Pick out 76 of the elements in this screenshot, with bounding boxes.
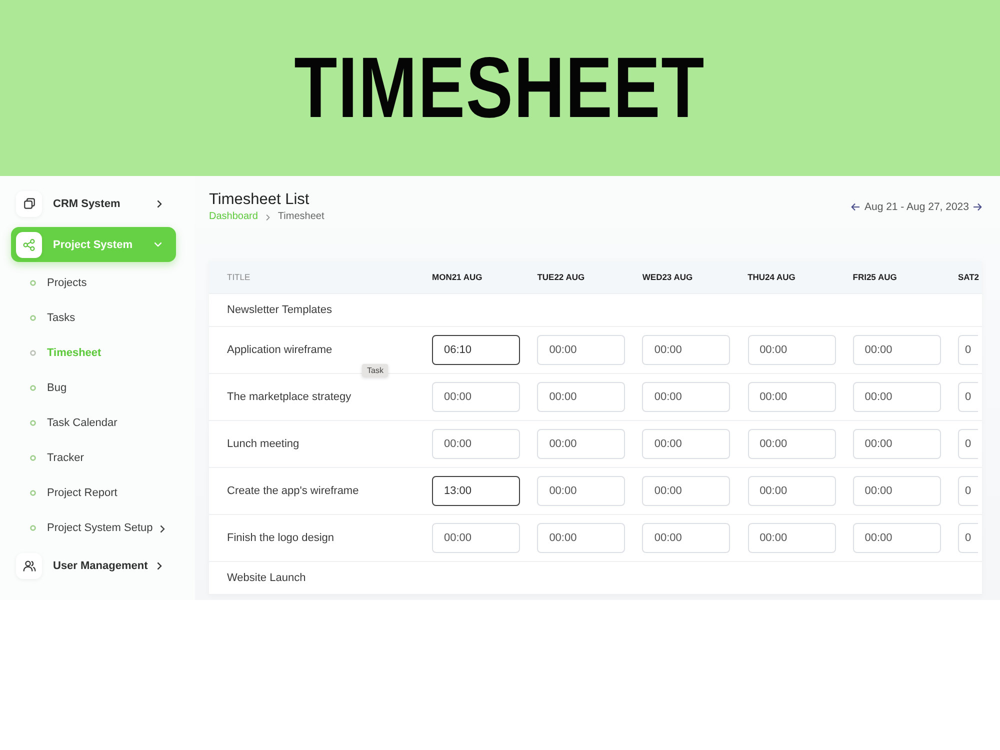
time-input[interactable]: 06:10 bbox=[432, 335, 520, 365]
users-icon bbox=[16, 552, 42, 578]
bullet-dot-icon bbox=[30, 314, 36, 320]
time-input[interactable]: 0 bbox=[958, 476, 978, 506]
chevron-right-icon bbox=[160, 524, 165, 532]
chevron-right-icon bbox=[157, 200, 162, 208]
bullet-dot-icon bbox=[30, 280, 36, 286]
time-input[interactable]: 00:00 bbox=[852, 429, 941, 459]
time-input[interactable]: 00:00 bbox=[642, 523, 730, 553]
arrow-right-icon[interactable] bbox=[973, 202, 982, 210]
sidebar-submenu-item[interactable]: Tasks bbox=[11, 300, 176, 335]
time-input[interactable]: 00:00 bbox=[748, 382, 836, 412]
time-input[interactable]: 00:00 bbox=[642, 476, 730, 506]
column-header: FRI25 AUG bbox=[852, 272, 897, 282]
time-input[interactable]: 00:00 bbox=[748, 335, 836, 365]
sidebar-submenu-item[interactable]: Project Report bbox=[11, 475, 176, 510]
time-input[interactable]: 00:00 bbox=[748, 476, 836, 506]
breadcrumb-current: Timesheet bbox=[278, 211, 324, 223]
task-title: Finish the logo design bbox=[227, 532, 334, 544]
bullet-dot-icon bbox=[30, 524, 36, 530]
time-input[interactable]: 00:00 bbox=[748, 429, 836, 459]
group-title: Website Launch bbox=[227, 572, 306, 584]
tooltip: Task bbox=[362, 364, 388, 377]
time-input[interactable]: 00:00 bbox=[537, 429, 626, 459]
time-input[interactable]: 00:00 bbox=[432, 523, 520, 553]
bullet-dot-icon bbox=[30, 384, 36, 390]
bullet-dot-icon bbox=[30, 490, 36, 496]
time-input[interactable]: 00:00 bbox=[852, 382, 941, 412]
column-header: TUE22 AUG bbox=[537, 272, 585, 282]
time-input[interactable]: 0 bbox=[958, 382, 978, 412]
bullet-dot-icon bbox=[30, 350, 36, 356]
time-input[interactable]: 00:00 bbox=[748, 523, 836, 553]
column-header: WED23 AUG bbox=[642, 272, 693, 282]
banner-title: TIMESHEET bbox=[294, 45, 706, 131]
bullet-dot-icon bbox=[30, 454, 36, 460]
time-input[interactable]: 00:00 bbox=[642, 335, 730, 365]
share-icon bbox=[16, 232, 42, 258]
task-title: The marketplace strategy bbox=[227, 391, 352, 403]
bullet-dot-icon bbox=[30, 420, 36, 426]
task-title: Application wireframe bbox=[227, 344, 332, 356]
column-header: MON21 AUG bbox=[432, 272, 482, 282]
page-title: Timesheet List bbox=[209, 190, 310, 209]
column-header: SAT2 bbox=[958, 272, 980, 282]
time-input[interactable]: 00:00 bbox=[642, 429, 730, 459]
time-input[interactable]: 0 bbox=[958, 335, 978, 365]
column-header: THU24 AUG bbox=[748, 272, 796, 282]
time-input[interactable]: 00:00 bbox=[852, 476, 941, 506]
sidebar-submenu-item[interactable]: Projects bbox=[11, 265, 176, 300]
group-title: Newsletter Templates bbox=[227, 304, 332, 316]
time-input[interactable]: 00:00 bbox=[852, 335, 941, 365]
time-input[interactable]: 00:00 bbox=[537, 335, 626, 365]
time-input[interactable]: 0 bbox=[958, 523, 978, 553]
time-input[interactable]: 00:00 bbox=[537, 523, 626, 553]
chevron-right-icon bbox=[157, 562, 162, 570]
sidebar-submenu-item[interactable]: Bug bbox=[11, 370, 176, 405]
stacked-squares-icon bbox=[16, 190, 42, 216]
time-input[interactable]: 00:00 bbox=[642, 382, 730, 412]
time-input[interactable]: 0 bbox=[958, 429, 978, 459]
task-title: Lunch meeting bbox=[227, 438, 300, 450]
sidebar-submenu-item[interactable]: Project System Setup bbox=[11, 510, 176, 545]
time-input[interactable]: 00:00 bbox=[852, 523, 941, 553]
arrow-left-icon[interactable] bbox=[851, 202, 860, 210]
time-input[interactable]: 00:00 bbox=[432, 382, 520, 412]
task-title: Create the app's wireframe bbox=[227, 485, 359, 497]
chevron-right-icon bbox=[266, 214, 270, 220]
time-input[interactable]: 00:00 bbox=[537, 382, 626, 412]
time-input[interactable]: 13:00 bbox=[432, 476, 520, 506]
chevron-down-icon bbox=[154, 242, 162, 247]
sidebar-menu-item[interactable]: User Management bbox=[11, 548, 176, 583]
time-input[interactable]: 00:00 bbox=[432, 429, 520, 459]
sidebar-submenu-item[interactable]: Tracker bbox=[11, 440, 176, 475]
sidebar-menu-item[interactable]: CRM System bbox=[11, 186, 176, 221]
time-input[interactable]: 00:00 bbox=[537, 476, 626, 506]
sidebar-submenu-item[interactable]: Task Calendar bbox=[11, 405, 176, 440]
column-header: TITLE bbox=[227, 272, 250, 282]
date-range-label: Aug 21 - Aug 27, 2023 bbox=[864, 200, 969, 212]
